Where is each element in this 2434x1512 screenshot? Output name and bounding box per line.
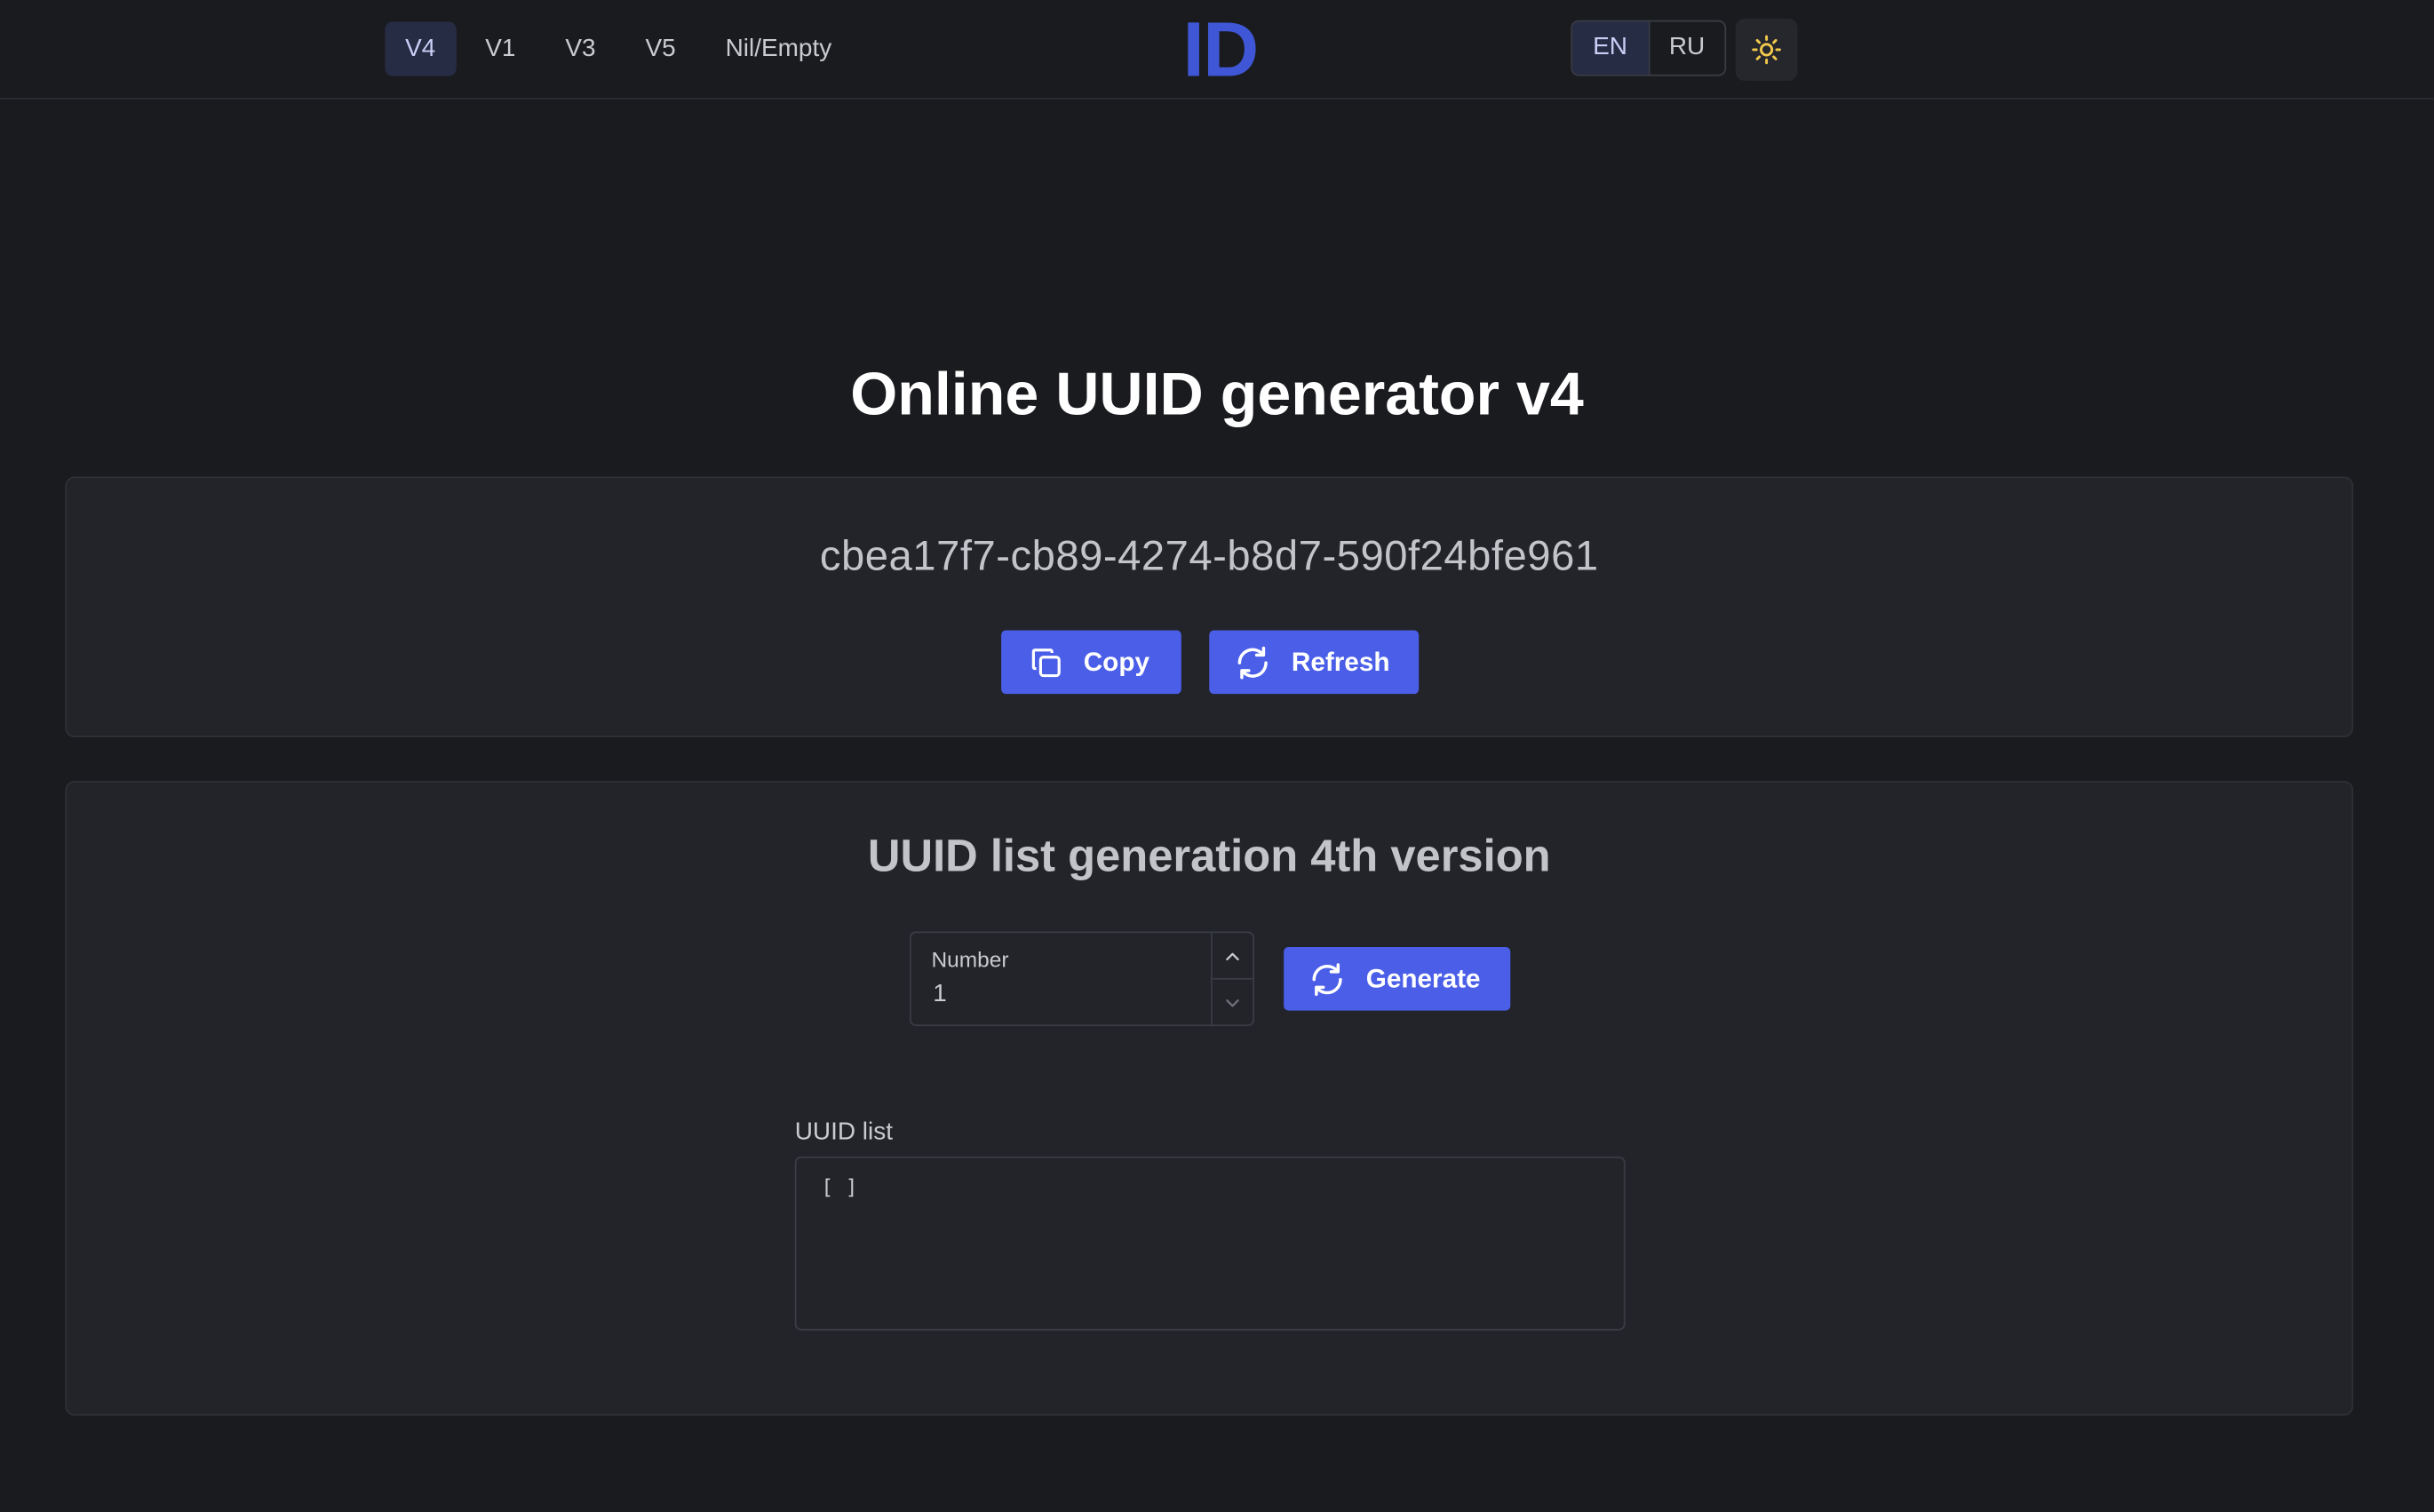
refresh-button-label: Refresh: [1291, 646, 1390, 677]
refresh-icon: [1234, 643, 1271, 680]
language-switcher: EN RU: [1571, 20, 1727, 76]
generate-button[interactable]: Generate: [1284, 946, 1511, 1011]
uuid-card: cbea17f7-cb89-4274-b8d7-590f24bfe961 Cop…: [65, 476, 2354, 738]
number-field-label: Number: [931, 946, 1009, 972]
copy-button-label: Copy: [1083, 646, 1149, 677]
language-en-button[interactable]: EN: [1572, 21, 1648, 75]
theme-toggle-button[interactable]: [1735, 18, 1798, 81]
decrement-button[interactable]: [1213, 980, 1253, 1025]
tab-v1[interactable]: V1: [465, 21, 536, 76]
uuid-list-label: UUID list: [794, 1118, 893, 1146]
logo[interactable]: ID: [1183, 6, 1260, 93]
copy-icon: [1028, 643, 1065, 680]
increment-button[interactable]: [1212, 933, 1253, 980]
number-field[interactable]: Number 1: [910, 931, 1254, 1027]
language-ru-button[interactable]: RU: [1647, 21, 1724, 75]
tab-nil-empty[interactable]: Nil/Empty: [705, 21, 852, 76]
chevron-down-icon: [1226, 999, 1239, 1007]
uuid-list-card: UUID list generation 4th version Number …: [65, 780, 2354, 1416]
number-input[interactable]: 1: [933, 981, 947, 1008]
generate-button-label: Generate: [1365, 963, 1481, 993]
tab-v5[interactable]: V5: [625, 21, 696, 76]
uuid-list-textarea[interactable]: [ ]: [794, 1156, 1626, 1331]
page: V4 V1 V3 V5 Nil/Empty ID EN RU Online UU…: [0, 0, 2434, 1512]
number-stepper: [1211, 933, 1253, 1025]
sun-icon: [1752, 35, 1781, 65]
refresh-button[interactable]: Refresh: [1209, 630, 1420, 695]
tab-v3[interactable]: V3: [545, 21, 616, 76]
list-section-title: UUID list generation 4th version: [867, 832, 1551, 882]
chevron-up-icon: [1226, 951, 1239, 960]
generated-uuid: cbea17f7-cb89-4274-b8d7-590f24bfe961: [819, 532, 1599, 579]
copy-button[interactable]: Copy: [1001, 630, 1181, 695]
refresh-icon: [1308, 960, 1346, 998]
version-tabs: V4 V1 V3 V5 Nil/Empty: [385, 21, 852, 76]
page-title: Online UUID generator v4: [850, 362, 1584, 429]
top-navbar: V4 V1 V3 V5 Nil/Empty ID EN RU: [0, 0, 2434, 99]
tab-v4[interactable]: V4: [385, 21, 457, 76]
